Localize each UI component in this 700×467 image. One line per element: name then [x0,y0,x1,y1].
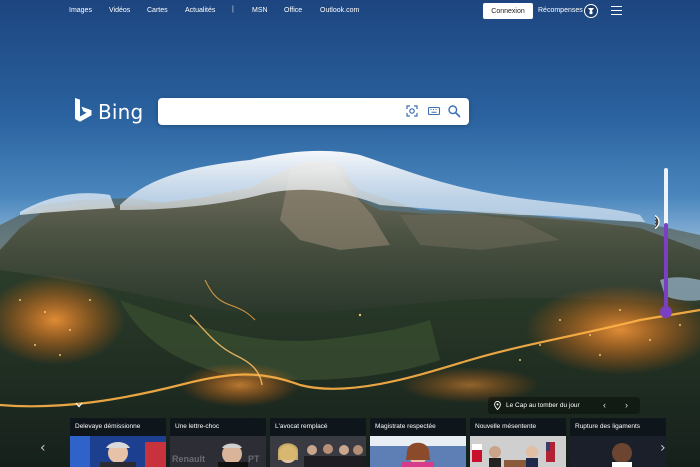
chevron-down-icon [75,402,83,408]
caption-next-icon[interactable]: › [625,400,628,410]
news-thumbnail [70,436,166,467]
search-box [158,98,469,125]
news-card-title: Magistrate respectée [375,423,436,430]
news-thumbnail [370,436,466,467]
logo-text: Bing [98,99,144,124]
slider-fill [664,223,668,310]
news-card-title: Rupture des ligaments [575,423,641,430]
news-card-title: Delevaye démissionne [75,423,141,430]
slider-bulb [660,306,672,318]
nav-link-msn[interactable]: MSN [252,7,268,14]
news-thumbnail: Renault PT [170,436,266,467]
camera-scan-icon[interactable] [405,104,419,118]
nav-link-maps[interactable]: Cartes [147,7,168,14]
search-icon[interactable] [447,104,461,118]
rewards-medal-icon[interactable] [584,4,598,18]
news-card[interactable]: Magistrate respectée [370,418,466,467]
top-navigation: Images Vidéos Cartes Actualités | MSN Of… [0,0,700,22]
news-card[interactable]: L'avocat remplacé [270,418,366,467]
thumb-text-renault: Renault [172,454,205,464]
news-card[interactable]: Delevaye démissionne [70,418,166,467]
location-pin-icon [494,401,501,410]
image-timeline-slider[interactable] [655,168,677,323]
menu-bar [611,9,622,12]
bing-b-logo-icon [75,98,92,122]
menu-bar [611,13,622,15]
thumb-text-pt: PT [248,454,260,464]
hamburger-menu-icon[interactable] [611,6,622,15]
signin-button[interactable]: Connexion [483,3,533,19]
news-card-title: Une lettre-choc [175,423,220,430]
nav-link-videos[interactable]: Vidéos [109,7,130,14]
news-thumbnail [270,436,366,467]
nav-link-news[interactable]: Actualités [185,7,215,14]
news-prev-icon[interactable]: ‹ [40,440,46,456]
collapse-news-button[interactable] [72,399,86,411]
visual-search-button[interactable] [564,104,578,118]
rewards-link[interactable]: Récompenses [538,7,583,14]
nav-link-outlook[interactable]: Outlook.com [320,7,359,14]
news-thumbnail [470,436,566,467]
caption-text[interactable]: Le Cap au tomber du jour [506,402,580,409]
news-carousel: Delevaye démissionne Une lettre-choc Ren… [0,418,700,467]
medal-glyph-icon [588,8,594,15]
news-thumbnail [570,436,666,467]
image-caption: Le Cap au tomber du jour ‹ › [488,397,640,414]
news-card[interactable]: Rupture des ligaments [570,418,666,467]
nav-link-office[interactable]: Office [284,7,302,14]
news-card-title: L'avocat remplacé [275,423,328,430]
keyboard-icon[interactable] [427,104,441,118]
caption-prev-icon[interactable]: ‹ [603,400,606,410]
menu-bar [611,6,622,8]
news-next-icon[interactable]: › [660,440,666,456]
bing-logo[interactable]: Bing [73,98,143,125]
nav-link-images[interactable]: Images [69,7,92,14]
nav-separator: | [232,6,234,13]
news-card[interactable]: Nouvelle mésentente [470,418,566,467]
search-input[interactable] [168,103,398,120]
news-card-title: Nouvelle mésentente [475,423,537,430]
news-card[interactable]: Une lettre-choc Renault PT [170,418,266,467]
